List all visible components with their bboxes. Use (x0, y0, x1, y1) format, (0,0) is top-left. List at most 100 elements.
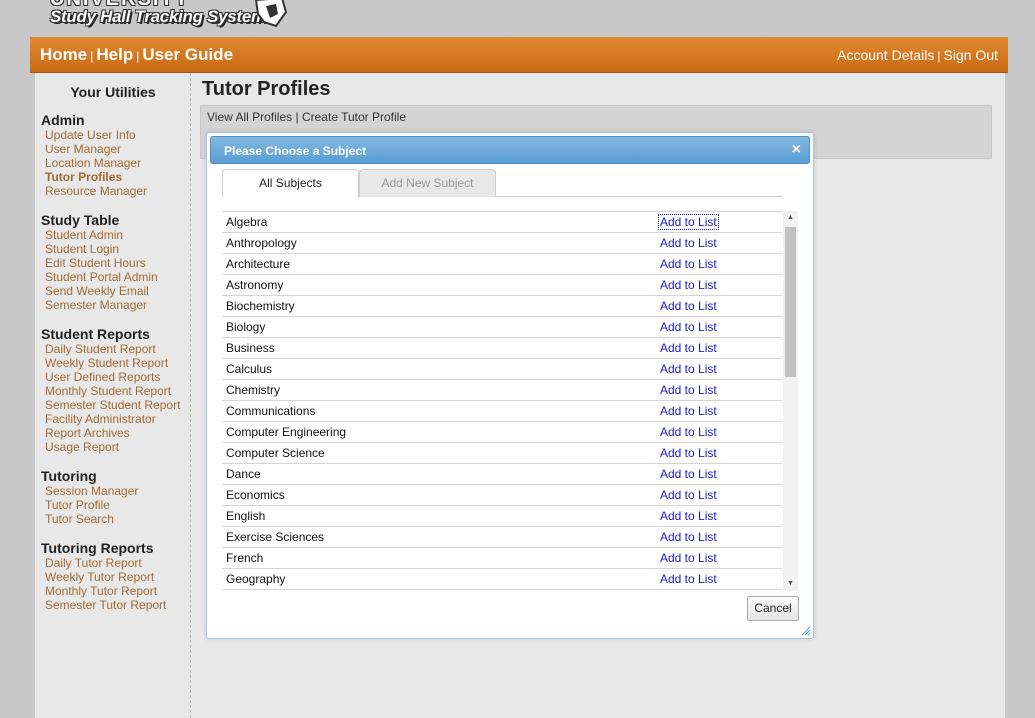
sidebar-item-update-user-info[interactable]: Update User Info (45, 128, 147, 142)
sidebar-item-user-defined-reports[interactable]: User Defined Reports (45, 370, 180, 384)
nav-separator: | (136, 49, 140, 63)
menu-heading: Study Table (41, 212, 120, 228)
sidebar-item-monthly-student-report[interactable]: Monthly Student Report (45, 384, 180, 398)
add-to-list-link[interactable]: Add to List (660, 299, 717, 313)
list-item: Calculus Add to List (222, 358, 782, 379)
subject-name: Exercise Sciences (226, 530, 325, 544)
account-details-link[interactable]: Account Details (837, 47, 934, 63)
add-to-list-link[interactable]: Add to List (660, 236, 717, 250)
resize-handle-icon[interactable] (801, 626, 811, 636)
home-link[interactable]: Home (40, 45, 87, 64)
subject-name: Biochemistry (226, 299, 295, 313)
add-to-list-link[interactable]: Add to List (660, 488, 717, 502)
list-item: Computer Science Add to List (222, 442, 782, 463)
sidebar-item-usage-report[interactable]: Usage Report (45, 440, 180, 454)
add-to-list-link[interactable]: Add to List (660, 467, 717, 481)
subject-name: Astronomy (226, 278, 284, 292)
sidebar-item-semester-manager[interactable]: Semester Manager (45, 298, 158, 312)
subject-name: Computer Engineering (226, 425, 347, 439)
list-item: Geography Add to List (222, 568, 782, 589)
subject-name: Dance (226, 467, 261, 481)
choose-subject-dialog: Please Choose a Subject × All Subjects A… (206, 132, 814, 639)
close-icon[interactable]: × (792, 141, 801, 159)
menu-group-tutoring: Tutoring Session Manager Tutor Profile T… (41, 468, 138, 526)
subject-name: Algebra (226, 215, 268, 229)
sidebar-item-student-login[interactable]: Student Login (45, 242, 158, 256)
create-tutor-profile-link[interactable]: Create Tutor Profile (302, 110, 406, 124)
scroll-up-arrow-icon[interactable]: ▲ (783, 211, 798, 225)
sidebar-item-report-archives[interactable]: Report Archives (45, 426, 180, 440)
sidebar-item-resource-manager[interactable]: Resource Manager (45, 184, 147, 198)
nav-separator: | (937, 49, 941, 63)
help-link[interactable]: Help (96, 45, 133, 64)
sidebar-item-weekly-student-report[interactable]: Weekly Student Report (45, 356, 180, 370)
sidebar-item-location-manager[interactable]: Location Manager (45, 156, 147, 170)
sidebar-item-daily-student-report[interactable]: Daily Student Report (45, 342, 180, 356)
scrollbar-thumb[interactable] (785, 227, 796, 377)
add-to-list-link[interactable]: Add to List (658, 214, 719, 230)
site-logo: UNIVERSITY Study Hall Tracking System (44, 0, 289, 34)
menu-heading: Student Reports (41, 326, 150, 342)
sidebar-item-semester-tutor-report[interactable]: Semester Tutor Report (45, 598, 166, 612)
sidebar-item-weekly-tutor-report[interactable]: Weekly Tutor Report (45, 570, 166, 584)
add-to-list-link[interactable]: Add to List (660, 530, 717, 544)
sidebar-item-student-portal-admin[interactable]: Student Portal Admin (45, 270, 158, 284)
sign-out-link[interactable]: Sign Out (944, 47, 998, 63)
subject-name: French (226, 551, 264, 565)
sidebar-item-student-admin[interactable]: Student Admin (45, 228, 158, 242)
add-to-list-link[interactable]: Add to List (660, 278, 717, 292)
dialog-title: Please Choose a Subject (224, 144, 367, 158)
subject-list-container: Algebra Add to List Anthropology Add to Lis… (222, 211, 798, 591)
sidebar-item-facility-administrator[interactable]: Facility Administrator (45, 412, 180, 426)
list-item: Biochemistry Add to List (222, 295, 782, 316)
tab-add-new-subject[interactable]: Add New Subject (359, 169, 496, 197)
list-item: Dance Add to List (222, 463, 782, 484)
list-item: Exercise Sciences Add to List (222, 526, 782, 547)
add-to-list-link[interactable]: Add to List (660, 551, 717, 565)
add-to-list-link[interactable]: Add to List (660, 341, 717, 355)
subject-name: Geography (226, 572, 286, 586)
list-item: Algebra Add to List (222, 211, 782, 232)
list-item: Economics Add to List (222, 484, 782, 505)
sidebar-item-edit-student-hours[interactable]: Edit Student Hours (45, 256, 158, 270)
menu-heading: Tutoring (41, 468, 97, 484)
subject-list: Algebra Add to List Anthropology Add to Lis… (222, 211, 782, 591)
scroll-down-arrow-icon[interactable]: ▼ (783, 577, 798, 591)
sidebar-item-tutor-search[interactable]: Tutor Search (45, 512, 138, 526)
sidebar-item-session-manager[interactable]: Session Manager (45, 484, 138, 498)
menu-group-student-reports: Student Reports Daily Student Report Wee… (41, 326, 180, 454)
add-to-list-link[interactable]: Add to List (660, 257, 717, 271)
scrollbar[interactable]: ▲ ▼ (783, 211, 798, 591)
menu-group-tutoring-reports: Tutoring Reports Daily Tutor Report Week… (41, 540, 166, 612)
sidebar-item-daily-tutor-report[interactable]: Daily Tutor Report (45, 556, 166, 570)
sidebar-item-send-weekly-email[interactable]: Send Weekly Email (45, 284, 158, 298)
menu-heading: Admin (41, 112, 85, 128)
add-to-list-link[interactable]: Add to List (660, 425, 717, 439)
list-item: Communications Add to List (222, 400, 782, 421)
add-to-list-link[interactable]: Add to List (660, 362, 717, 376)
user-guide-link[interactable]: User Guide (142, 45, 233, 64)
sidebar-item-tutor-profiles[interactable]: Tutor Profiles (45, 170, 147, 184)
sidebar-item-monthly-tutor-report[interactable]: Monthly Tutor Report (45, 584, 166, 598)
add-to-list-link[interactable]: Add to List (660, 404, 717, 418)
subnav-links: View All Profiles | Create Tutor Profile (207, 110, 406, 124)
add-to-list-link[interactable]: Add to List (660, 572, 717, 586)
sidebar-item-user-manager[interactable]: User Manager (45, 142, 147, 156)
sidebar-item-semester-student-report[interactable]: Semester Student Report (45, 398, 180, 412)
subject-name: Computer Science (226, 446, 325, 460)
add-to-list-link[interactable]: Add to List (660, 509, 717, 523)
view-all-profiles-link[interactable]: View All Profiles (207, 110, 292, 124)
cancel-button[interactable]: Cancel (747, 596, 799, 621)
page-title: Tutor Profiles (202, 78, 331, 100)
subject-tabs: All Subjects Add New Subject (222, 169, 782, 198)
tab-all-subjects[interactable]: All Subjects (222, 169, 359, 198)
add-to-list-link[interactable]: Add to List (660, 383, 717, 397)
sidebar-item-tutor-profile[interactable]: Tutor Profile (45, 498, 138, 512)
add-to-list-link[interactable]: Add to List (660, 446, 717, 460)
menu-group-study-table: Study Table Student Admin Student Login … (41, 212, 158, 312)
add-to-list-link[interactable]: Add to List (660, 320, 717, 334)
top-nav-left: Home | Help | User Guide (40, 45, 233, 65)
dialog-titlebar[interactable]: Please Choose a Subject × (210, 136, 810, 164)
list-item: Biology Add to List (222, 316, 782, 337)
subject-name: Communications (226, 404, 316, 418)
